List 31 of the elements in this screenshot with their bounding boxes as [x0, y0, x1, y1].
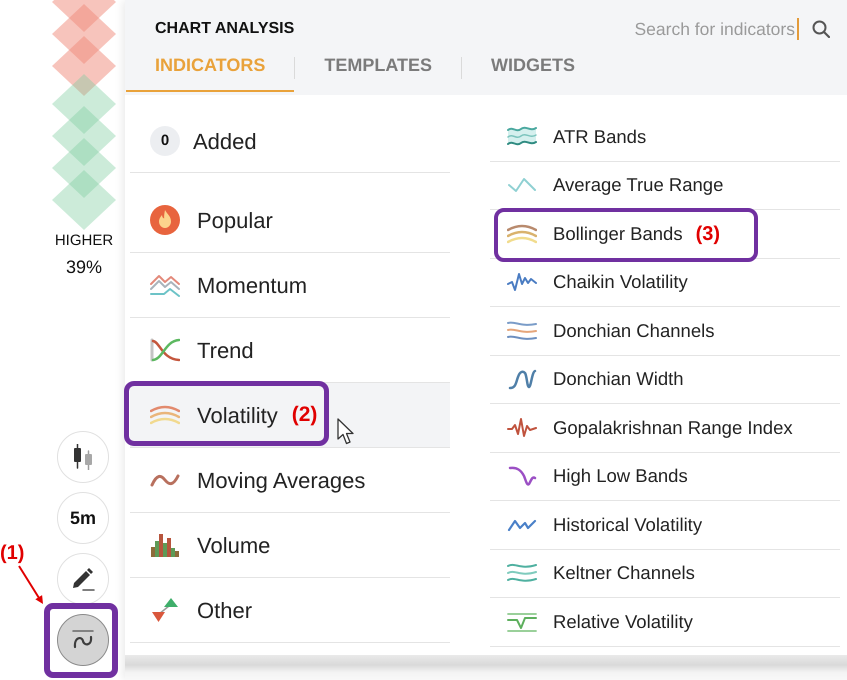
panel-title: CHART ANALYSIS — [155, 19, 294, 39]
mouse-cursor-icon — [337, 418, 354, 445]
search-field[interactable]: Search for indicators — [610, 17, 795, 41]
arcs-icon — [150, 403, 180, 427]
sentiment-value: 39% — [66, 256, 102, 278]
indicator-wave-icon — [71, 629, 95, 651]
tab[interactable]: TEMPLATES — [295, 43, 462, 92]
callout-label: (2) — [292, 402, 318, 428]
candlestick-icon — [72, 444, 94, 470]
callout-label: (1) — [0, 541, 24, 565]
callout-label: (3) — [696, 222, 720, 247]
up-down-arrows-icon — [150, 598, 180, 622]
tab[interactable]: WIDGETS — [462, 43, 604, 92]
pencil-icon — [71, 567, 95, 591]
timeframe-button[interactable]: 5m — [57, 492, 109, 544]
count-badge: 0 — [150, 126, 180, 156]
wavy-lines-icon — [507, 318, 537, 343]
drawing-button[interactable] — [57, 553, 109, 605]
search-icon[interactable] — [812, 20, 830, 38]
s-curve-icon — [507, 367, 537, 392]
added-item[interactable]: 0 Added — [130, 110, 450, 173]
callout-arrow — [17, 565, 44, 605]
bar-chart-icon — [150, 533, 180, 557]
sentiment-label: HIGHER — [54, 232, 114, 250]
crossing-lines-icon — [150, 338, 180, 362]
flame-icon — [150, 205, 180, 235]
jagged-line-icon — [507, 416, 537, 440]
curve-icon — [507, 464, 537, 488]
chart-type-button[interactable] — [57, 431, 109, 483]
indicators-button[interactable] — [57, 614, 109, 666]
mountain-lines-icon — [150, 273, 180, 297]
